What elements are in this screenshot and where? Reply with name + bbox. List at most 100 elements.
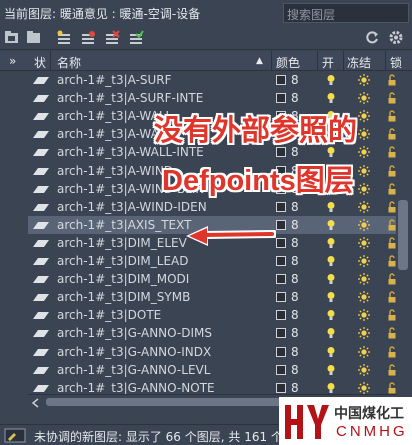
layer-folder-icon[interactable] [26,30,42,45]
layer-name[interactable]: arch-1#_t3|DIM_ELEV [57,236,187,250]
lightbulb-on-icon[interactable] [326,309,336,321]
color-swatch[interactable] [276,93,286,103]
lightbulb-on-icon[interactable] [326,291,336,303]
layer-row[interactable]: arch-1#_t3|G-ANNO-LEVL 8 [28,361,396,379]
sun-thawed-icon[interactable] [358,273,370,285]
unlock-icon[interactable] [388,309,396,321]
layer-name[interactable]: arch-1#_t3|AXIS_TEXT [57,218,191,232]
unlock-icon[interactable] [388,255,396,267]
layer-color-index[interactable]: 8 [291,381,299,394]
color-swatch[interactable] [276,238,286,248]
unlock-icon[interactable] [388,74,396,86]
layer-color-index[interactable]: 8 [291,363,299,377]
layer-color-index[interactable]: 8 [291,254,299,268]
collapse-panel-icon[interactable]: » [9,54,16,68]
layer-row[interactable]: arch-1#_t3|DIM_SYMB 8 [28,288,396,306]
lightbulb-on-icon[interactable] [326,327,336,339]
horizontal-scrollbar-thumb[interactable] [46,398,282,406]
sun-thawed-icon[interactable] [358,146,370,158]
new-layer-vp-freeze-icon[interactable] [80,30,96,45]
color-swatch[interactable] [276,328,286,338]
unlock-icon[interactable] [388,183,396,195]
layer-name[interactable]: arch-1#_t3|DIM_LEAD [57,254,188,268]
unlock-icon[interactable] [388,165,396,177]
color-swatch[interactable] [276,75,286,85]
color-swatch[interactable] [276,347,286,357]
layer-name[interactable]: arch-1#_t3|DOTE [57,308,161,322]
unlock-icon[interactable] [388,237,396,249]
layer-name[interactable]: arch-1#_t3|A-SURF [57,73,172,87]
sun-thawed-icon[interactable] [358,291,370,303]
layer-name[interactable]: arch-1#_t3|A-SURF-INTE [57,91,203,105]
layer-color-index[interactable]: 8 [291,200,299,214]
column-color[interactable]: 颜色 [276,54,300,71]
set-current-icon[interactable] [128,30,144,45]
column-on[interactable]: 开 [322,54,334,71]
unlock-icon[interactable] [388,128,396,140]
layer-color-index[interactable]: 8 [291,290,299,304]
color-swatch[interactable] [276,383,286,393]
layer-row[interactable]: arch-1#_t3|DOTE 8 [28,306,396,324]
lightbulb-on-icon[interactable] [326,74,336,86]
color-swatch[interactable] [276,310,286,320]
column-status[interactable]: 状 [34,54,46,71]
color-swatch[interactable] [276,220,286,230]
sun-thawed-icon[interactable] [358,92,370,104]
layer-row[interactable]: arch-1#_t3|DIM_LEAD 8 [28,252,396,270]
sun-thawed-icon[interactable] [358,74,370,86]
color-swatch[interactable] [276,292,286,302]
layer-row[interactable]: arch-1#_t3|A-SURF-INTE 8 [28,89,396,107]
layer-search-input[interactable]: 搜索图层 [283,3,409,23]
vertical-scrollbar-thumb[interactable] [398,200,408,270]
lightbulb-on-icon[interactable] [326,92,336,104]
delete-layer-icon[interactable] [104,30,120,45]
layer-name[interactable]: arch-1#_t3|G-ANNO-DIMS [57,326,212,340]
column-lock[interactable]: 锁 [390,54,402,71]
sun-thawed-icon[interactable] [358,219,370,231]
unlock-icon[interactable] [388,273,396,285]
layer-filter-status-icon[interactable] [4,428,26,443]
layer-name[interactable]: arch-1#_t3|A-WIND [57,164,173,178]
lightbulb-on-icon[interactable] [326,219,336,231]
scroll-left-icon[interactable] [31,398,39,408]
layer-row[interactable]: arch-1#_t3|G-ANNO-INDX 8 [28,343,396,361]
column-freeze[interactable]: 冻结 [347,54,371,71]
column-name[interactable]: 名称 [57,54,81,71]
layer-name[interactable]: arch-1#_t3|G-ANNO-INDX [57,345,211,359]
color-swatch[interactable] [276,202,286,212]
layer-color-index[interactable]: 8 [291,73,299,87]
layer-row[interactable]: arch-1#_t3|G-ANNO-NOTE 8 [28,379,396,394]
unlock-icon[interactable] [388,146,396,158]
layer-name[interactable]: arch-1#_t3|DIM_MODI [57,272,189,286]
new-layer-icon[interactable] [56,30,72,45]
layer-name[interactable]: arch-1#_t3|G-ANNO-LEVL [57,363,210,377]
layer-row[interactable]: arch-1#_t3|DIM_MODI 8 [28,270,396,288]
lightbulb-on-icon[interactable] [326,364,336,376]
lightbulb-on-icon[interactable] [326,237,336,249]
unlock-icon[interactable] [388,219,396,231]
sun-thawed-icon[interactable] [358,346,370,358]
sun-thawed-icon[interactable] [358,309,370,321]
sun-thawed-icon[interactable] [358,327,370,339]
refresh-icon[interactable] [364,30,380,45]
layer-name[interactable]: arch-1#_t3|G-ANNO-NOTE [57,381,215,394]
sun-thawed-icon[interactable] [358,255,370,267]
layer-color-index[interactable]: 8 [291,326,299,340]
unlock-icon[interactable] [388,364,396,376]
layer-color-index[interactable]: 8 [291,308,299,322]
lightbulb-on-icon[interactable] [326,255,336,267]
color-swatch[interactable] [276,365,286,375]
sun-thawed-icon[interactable] [358,183,370,195]
layer-row[interactable]: arch-1#_t3|A-SURF 8 [28,71,396,89]
layer-row[interactable]: arch-1#_t3|A-WIND-IDEN 8 [28,198,396,216]
new-layer-folder-icon[interactable] [4,30,20,45]
layer-color-index[interactable]: 8 [291,218,299,232]
unlock-icon[interactable] [388,327,396,339]
layer-color-index[interactable]: 8 [291,236,299,250]
unlock-icon[interactable] [388,346,396,358]
unlock-icon[interactable] [388,110,396,122]
unlock-icon[interactable] [388,92,396,104]
sun-thawed-icon[interactable] [358,237,370,249]
layer-row[interactable]: arch-1#_t3|G-ANNO-DIMS 8 [28,324,396,342]
sun-thawed-icon[interactable] [358,382,370,394]
